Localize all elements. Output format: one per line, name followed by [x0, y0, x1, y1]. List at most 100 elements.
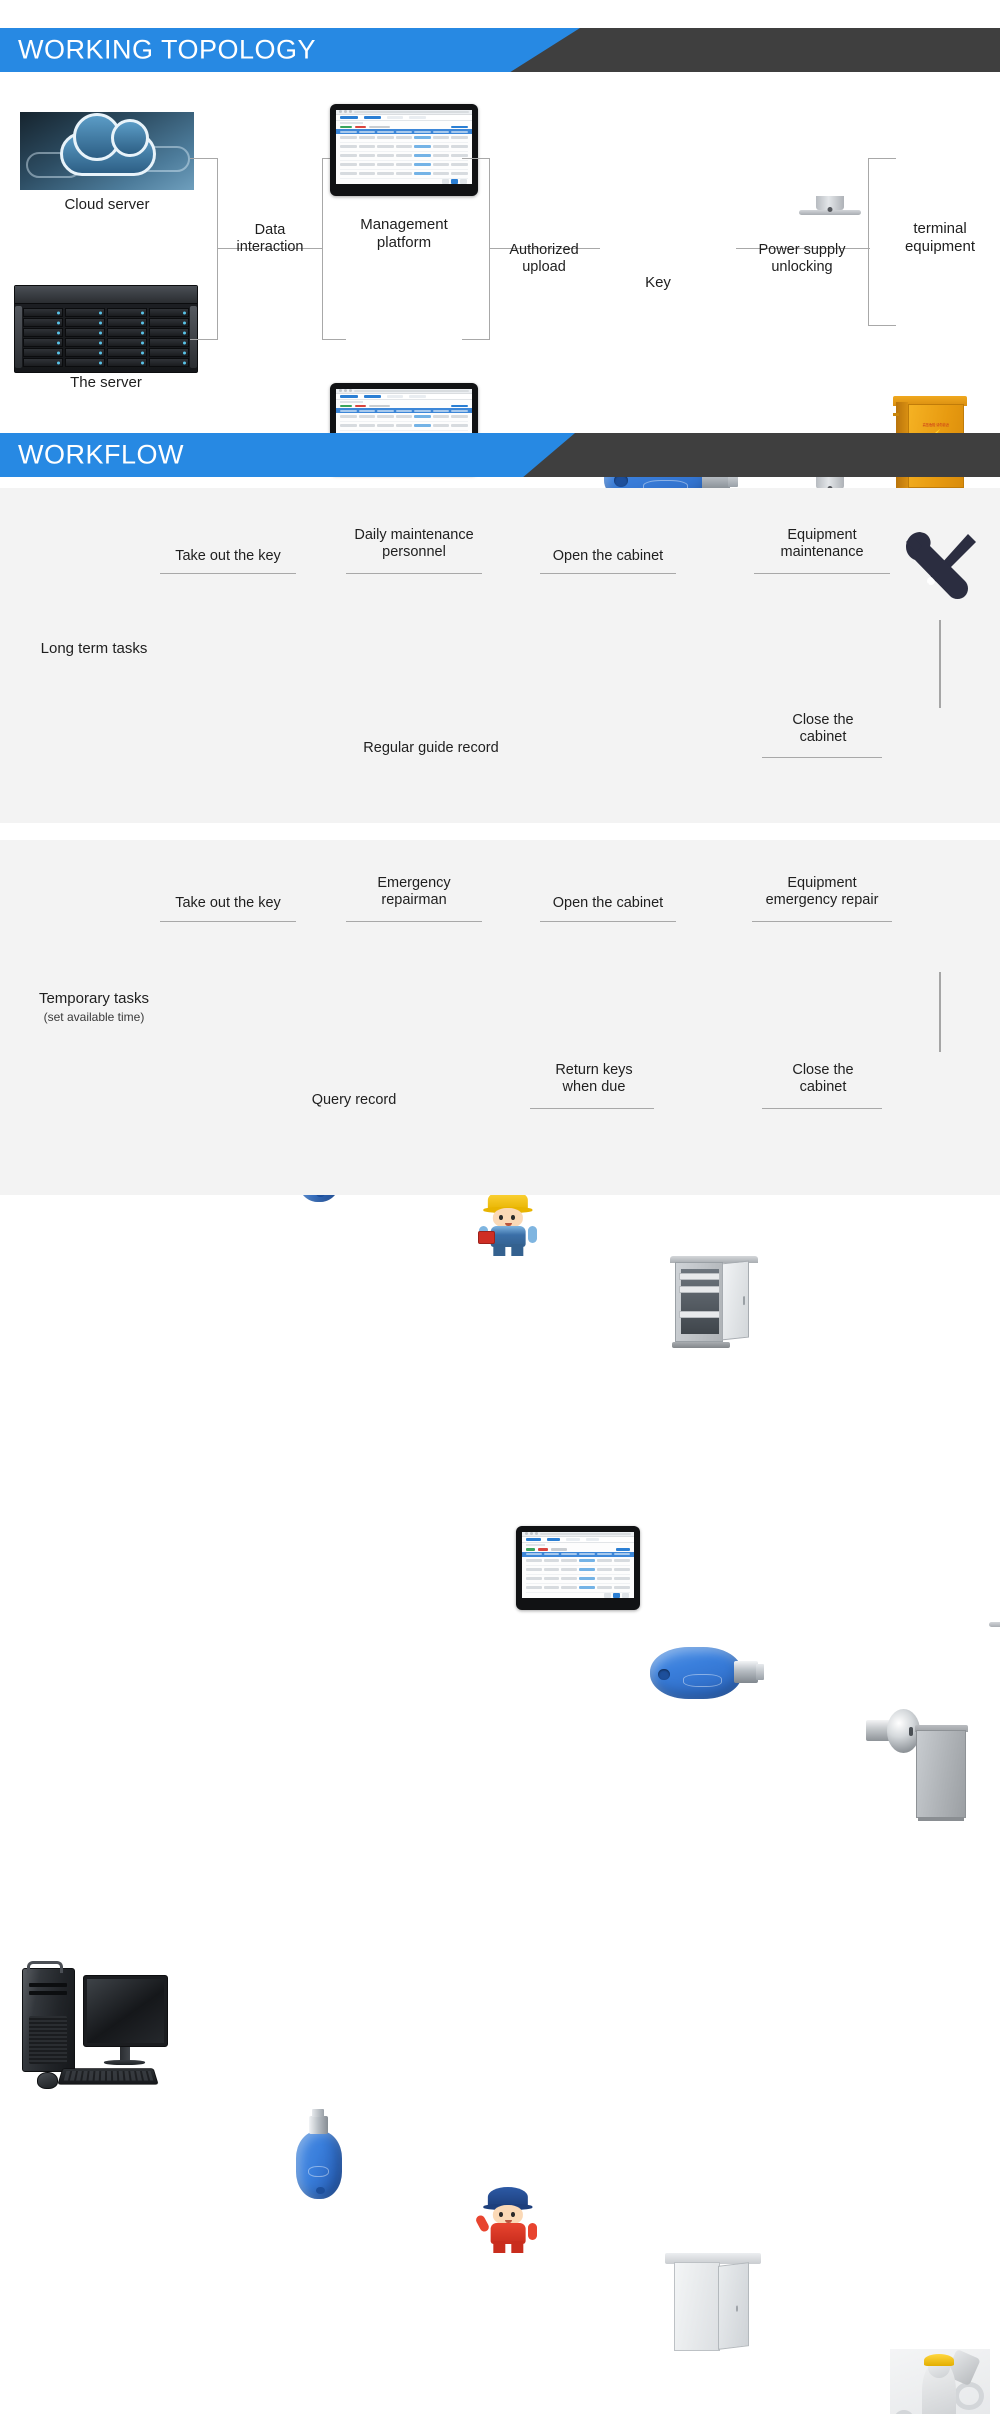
cabinet-shelf — [678, 1285, 720, 1293]
cabinet-body — [916, 1729, 966, 1819]
rack-drive-bays — [23, 308, 189, 367]
daily-maintenance-worker-avatar — [477, 1190, 538, 1256]
gear-icon-large — [954, 2381, 984, 2411]
monitor-base — [989, 1622, 1000, 1627]
cabinet-body — [675, 1261, 724, 1342]
keyhole-icon — [908, 1726, 914, 1737]
pc-monitor-base — [103, 2059, 145, 2066]
monitor-frame — [516, 1526, 640, 1610]
edge-label-power-supply-unlocking: Power supply unlocking — [758, 242, 846, 276]
workflow-section-banner: WORKFLOW — [0, 433, 1000, 477]
dashboard-screen — [522, 1532, 634, 1598]
mouse[interactable] — [36, 2071, 59, 2089]
long-term-step-4-line — [754, 573, 890, 574]
monitor-indicator-dot — [827, 207, 833, 212]
worker-legs — [492, 1244, 524, 1256]
temporary-start-label: Temporary tasks — [38, 990, 150, 1007]
terminal-equipment-label: terminal equipment — [904, 220, 976, 256]
monitor-screen — [522, 1532, 634, 1598]
edge-label-authorized-upload: Authorized upload — [509, 242, 579, 276]
worker-arm-right — [528, 1225, 538, 1243]
cam-lock-long-term — [866, 1709, 920, 1753]
workflow-title: WORKFLOW — [18, 439, 184, 470]
long-term-step-3-line — [540, 573, 676, 574]
key-metal-shaft — [308, 2108, 329, 2134]
temporary-step-3-line — [540, 921, 676, 922]
long-term-step-4-label: Equipment maintenance — [780, 527, 864, 561]
cloud-server-node — [20, 112, 194, 190]
topology-section-banner: WORKING TOPOLOGY — [0, 28, 1000, 72]
the-server-label: The server — [70, 374, 142, 391]
connector-platform-out-bracket — [462, 158, 490, 340]
long-term-close-cabinet-label: Close the cabinet — [792, 712, 854, 746]
edge-label-data-interaction: Data interaction — [236, 222, 304, 256]
maintenance-tools-icon — [898, 528, 982, 608]
long-term-step-2-label: Daily maintenance personnel — [354, 527, 474, 561]
cabinet-foot — [671, 1342, 730, 1348]
long-term-step-1-line — [160, 573, 296, 574]
management-monitor-top[interactable] — [330, 104, 1000, 215]
worker-legs — [492, 2241, 524, 2253]
temporary-step-1-line — [160, 921, 296, 922]
key-device-record-long-term[interactable] — [650, 1647, 764, 1699]
topology-title: WORKING TOPOLOGY — [18, 34, 317, 65]
temporary-return-keys-line — [530, 1108, 654, 1109]
toolbox-icon — [477, 1230, 495, 1245]
cabinet-warning-text: 高压危险 请勿靠近 — [922, 423, 949, 428]
key-logo-emboss — [307, 2166, 330, 2178]
key-body — [650, 1647, 742, 1699]
cabinet-door[interactable] — [717, 2261, 750, 2350]
temporary-step-2-line — [346, 921, 482, 922]
temporary-close-cabinet-label: Close the cabinet — [792, 1062, 854, 1096]
key-logo-emboss — [683, 1674, 722, 1687]
key-device-temporary[interactable] — [296, 2108, 342, 2199]
worker-eye-left — [499, 1215, 503, 1220]
dashboard-screen — [336, 110, 472, 184]
monitor-frame — [330, 104, 833, 212]
cloud-server-image — [20, 112, 194, 190]
tower-handle — [27, 1961, 64, 1973]
gray-cabinet-long-term — [914, 1725, 968, 1821]
temporary-step-4-line — [752, 921, 892, 922]
rack-ear-left — [15, 306, 22, 368]
temporary-step-2-label: Emergency repairman — [377, 875, 451, 909]
cabinet-door[interactable] — [721, 1261, 749, 1342]
worker-eye-left — [499, 2212, 503, 2217]
temporary-step-1-label: Take out the key — [175, 895, 281, 911]
long-term-record-label: Regular guide record — [363, 740, 499, 756]
worker-arm-right — [528, 2222, 538, 2240]
outdoor-white-cabinet — [665, 2253, 761, 2351]
long-term-step-1-label: Take out the key — [175, 548, 281, 564]
cabinet-door-handle[interactable] — [742, 1296, 745, 1306]
cabinet-hinge-top — [892, 412, 899, 417]
long-term-step-3-label: Open the cabinet — [552, 548, 664, 564]
rack-server-node — [14, 285, 198, 373]
temporary-vertical-connector — [939, 972, 941, 1052]
tower-vent — [29, 2015, 68, 2065]
cloud-icon — [60, 113, 156, 176]
keyboard[interactable] — [57, 2068, 159, 2085]
cabinet-shelf — [678, 1310, 720, 1318]
record-monitor-long-term[interactable] — [516, 1526, 1000, 1627]
tower-drive-slot — [29, 1991, 68, 1996]
key-hole-icon — [658, 1668, 671, 1681]
temporary-record-label: Query record — [311, 1092, 397, 1108]
emergency-repairman-avatar — [474, 2187, 538, 2253]
hard-hat-icon — [924, 2353, 954, 2367]
pc-workstation-temporary[interactable] — [22, 1961, 168, 2095]
pc-tower — [22, 1961, 75, 2072]
long-term-start-label: Long term tasks — [40, 640, 148, 657]
rack-server-image — [14, 285, 198, 373]
long-term-vertical-connector — [939, 620, 941, 708]
key-label: Key — [645, 274, 671, 291]
worker-arm-left — [474, 2213, 491, 2233]
monitor-screen — [336, 110, 472, 184]
cabinet-door-handle[interactable] — [736, 2305, 738, 2312]
key-hole-icon — [316, 2187, 325, 2195]
cabinet-shelf — [678, 1273, 720, 1281]
long-term-close-cabinet-line — [762, 757, 882, 758]
cabinet-foot — [918, 1817, 964, 1821]
rack-top-panel — [15, 286, 197, 304]
temporary-return-keys-label: Return keys when due — [555, 1062, 633, 1096]
temporary-close-cabinet-line — [762, 1108, 882, 1109]
